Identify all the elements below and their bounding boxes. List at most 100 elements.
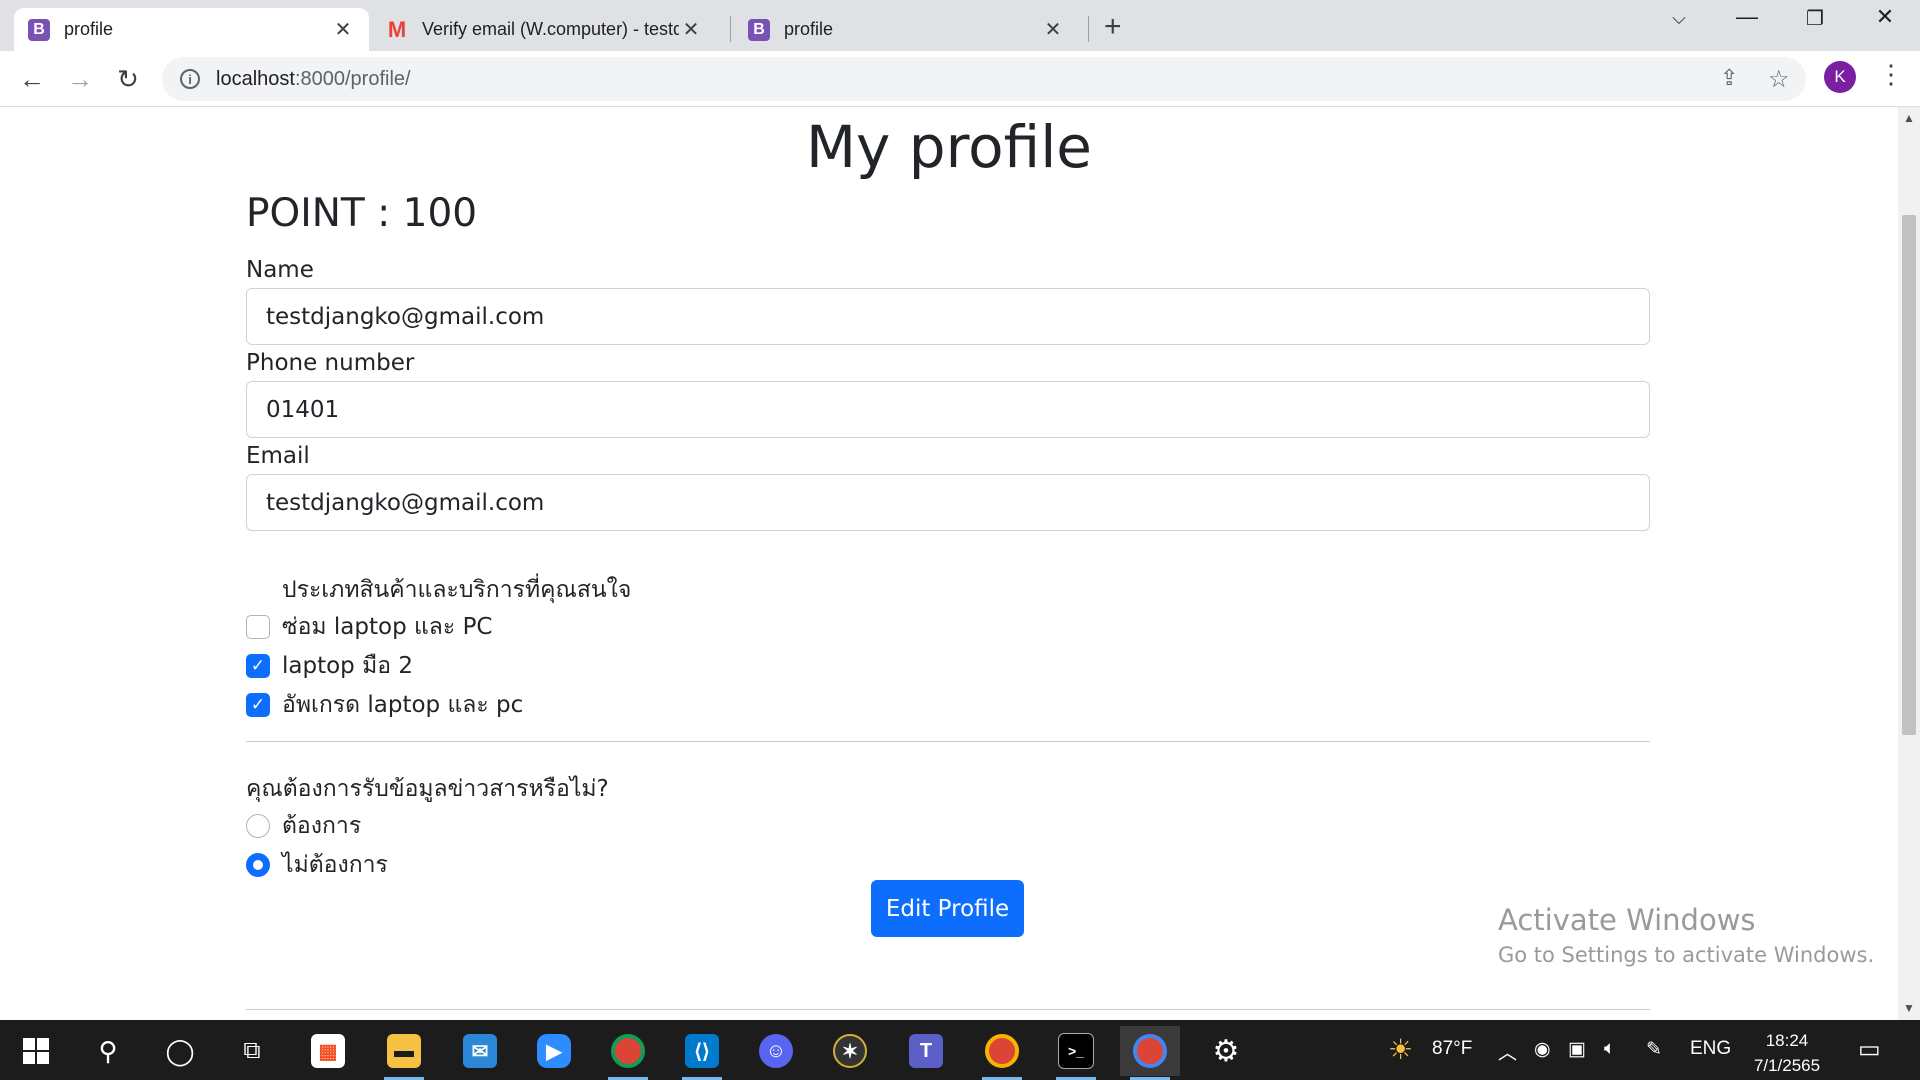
cortana-icon[interactable]: ◯ xyxy=(150,1026,210,1076)
tab-separator xyxy=(730,16,731,42)
show-hidden-icons-chevron-icon[interactable]: ︿ xyxy=(1498,1038,1517,1065)
newsletter-option-yes[interactable]: ต้องการ xyxy=(246,808,361,844)
interest-label: laptop มือ 2 xyxy=(282,653,414,679)
interest-label: ซ่อม laptop และ PC xyxy=(282,614,493,640)
kebab-menu-icon[interactable]: ⋮ xyxy=(1878,59,1904,90)
network-icon[interactable]: ▣ xyxy=(1568,1038,1586,1061)
tab-profile-active[interactable]: B profile ✕ xyxy=(14,8,369,51)
share-icon[interactable]: ⇪ xyxy=(1720,65,1738,91)
tab-search-chevron-icon[interactable]: ⌵ xyxy=(1656,8,1702,29)
weather-icon[interactable]: ☀ xyxy=(1388,1033,1413,1066)
system-clock[interactable]: 18:24 7/1/2565 xyxy=(1748,1028,1826,1078)
radio-label: ต้องการ xyxy=(282,813,362,839)
tab-gmail[interactable]: M Verify email (W.computer) - testd ✕ xyxy=(372,8,717,51)
teams-icon[interactable]: T xyxy=(896,1026,956,1076)
close-icon[interactable]: ✕ xyxy=(679,17,703,42)
page-title: My profile xyxy=(805,113,1092,181)
email-label: Email xyxy=(246,443,310,469)
chrome-icon[interactable] xyxy=(598,1026,658,1080)
microsoft-store-icon[interactable]: ▦ xyxy=(298,1026,358,1076)
bootstrap-icon: B xyxy=(748,18,770,41)
scroll-up-arrow-icon[interactable]: ▲ xyxy=(1898,111,1920,125)
tab-profile[interactable]: B profile ✕ xyxy=(734,8,1079,51)
watermark-subtitle: Go to Settings to activate Windows. xyxy=(1498,943,1875,967)
activate-windows-watermark: Activate Windows Go to Settings to activ… xyxy=(1498,903,1874,967)
scroll-down-arrow-icon[interactable]: ▼ xyxy=(1898,1001,1920,1015)
url-host: localhost xyxy=(216,67,295,90)
url-path: :8000/profile/ xyxy=(294,67,411,90)
clock-date: 7/1/2565 xyxy=(1753,1056,1821,1075)
name-label: Name xyxy=(246,257,314,283)
radio-selected[interactable] xyxy=(246,853,270,877)
file-explorer-icon[interactable]: ▬ xyxy=(374,1026,434,1080)
newsletter-option-no[interactable]: ไม่ต้องการ xyxy=(246,847,388,883)
vscode-icon[interactable]: ⟨⟩ xyxy=(672,1026,732,1080)
notifications-icon[interactable]: ▭ xyxy=(1858,1035,1881,1064)
window-close-icon[interactable]: ✕ xyxy=(1862,4,1908,30)
clock-time: 18:24 xyxy=(1765,1031,1809,1050)
gmail-icon: M xyxy=(387,16,407,42)
settings-icon[interactable]: ⚙ xyxy=(1196,1026,1256,1076)
task-view-icon[interactable]: ⧉ xyxy=(222,1026,282,1076)
page-viewport: My profile POINT : 100 Name Phone number… xyxy=(0,107,1898,1020)
interest-option-upgrade[interactable]: ✓ อัพเกรด laptop และ pc xyxy=(246,687,523,723)
edit-profile-button[interactable]: Edit Profile xyxy=(871,880,1024,937)
tab-title: profile xyxy=(64,19,114,39)
checkbox-unchecked[interactable] xyxy=(246,615,270,639)
radio-label: ไม่ต้องการ xyxy=(282,852,388,878)
search-icon[interactable]: ⚲ xyxy=(78,1026,138,1076)
email-input[interactable] xyxy=(246,474,1650,531)
weather-temperature[interactable]: 87°F xyxy=(1432,1038,1472,1060)
tab-title: Verify email (W.computer) - testd xyxy=(422,19,679,39)
new-tab-icon[interactable]: + xyxy=(1104,10,1122,44)
name-input[interactable] xyxy=(246,288,1650,345)
pen-icon[interactable]: ✎ xyxy=(1646,1038,1662,1061)
interest-option-used-laptop[interactable]: ✓ laptop มือ 2 xyxy=(246,648,413,684)
zoom-icon[interactable]: ▶ xyxy=(524,1026,584,1076)
site-info-icon[interactable]: i xyxy=(180,69,200,89)
back-arrow-icon[interactable]: ← xyxy=(14,61,50,97)
terminal-icon[interactable]: >_ xyxy=(1046,1026,1106,1080)
scroll-thumb[interactable] xyxy=(1902,215,1916,735)
radio-unselected[interactable] xyxy=(246,814,270,838)
chrome-icon[interactable] xyxy=(972,1026,1032,1080)
bootstrap-icon: B xyxy=(28,18,50,41)
app-icon[interactable]: ✶ xyxy=(820,1026,880,1076)
watermark-title: Activate Windows xyxy=(1498,903,1756,937)
newsletter-question: คุณต้องการรับข้อมูลข่าวสารหรือไม่? xyxy=(246,776,609,802)
interest-label: อัพเกรด laptop และ pc xyxy=(282,692,524,718)
chrome-icon[interactable] xyxy=(1120,1026,1180,1080)
interest-option-repair[interactable]: ซ่อม laptop และ PC xyxy=(246,609,493,645)
windows-taskbar: ⚲ ◯ ⧉ ▦ ▬ ✉ ▶ ⟨⟩ ☺ ✶ T >_ ⚙ ☀ 87°F ︿ ◉ ▣… xyxy=(0,1020,1920,1080)
discord-icon[interactable]: ☺ xyxy=(746,1026,806,1076)
restore-icon[interactable]: ❐ xyxy=(1792,6,1838,31)
divider xyxy=(246,741,1650,742)
tab-strip: B profile ✕ M Verify email (W.computer) … xyxy=(0,0,1920,51)
phone-input[interactable] xyxy=(246,381,1650,438)
language-indicator[interactable]: ENG xyxy=(1690,1038,1731,1060)
bookmark-star-icon[interactable]: ☆ xyxy=(1768,65,1790,94)
vertical-scrollbar[interactable]: ▲ ▼ xyxy=(1898,107,1920,1020)
points-display: POINT : 100 xyxy=(246,191,478,236)
close-icon[interactable]: ✕ xyxy=(331,17,355,42)
divider xyxy=(246,1009,1650,1010)
profile-avatar[interactable]: K xyxy=(1824,61,1856,93)
windows-start-icon[interactable] xyxy=(6,1026,66,1076)
record-icon[interactable]: ◉ xyxy=(1534,1038,1551,1061)
tab-title: profile xyxy=(784,19,834,39)
reload-icon[interactable]: ↻ xyxy=(110,61,146,97)
url-text[interactable]: localhost:8000/profile/ xyxy=(216,68,411,91)
phone-label: Phone number xyxy=(246,350,415,376)
windows-logo-icon xyxy=(23,1038,49,1064)
browser-toolbar: ← → ↻ i localhost:8000/profile/ ⇪ ☆ K ⋮ xyxy=(0,51,1920,107)
forward-arrow-icon[interactable]: → xyxy=(62,61,98,97)
checkbox-checked[interactable]: ✓ xyxy=(246,693,270,717)
address-bar[interactable]: i localhost:8000/profile/ ⇪ ☆ xyxy=(162,57,1806,101)
tab-separator xyxy=(1088,16,1089,42)
close-icon[interactable]: ✕ xyxy=(1041,17,1065,42)
interests-heading: ประเภทสินค้าและบริการที่คุณสนใจ xyxy=(282,577,632,603)
minimize-icon[interactable]: — xyxy=(1724,4,1770,30)
mail-icon[interactable]: ✉ xyxy=(450,1026,510,1076)
checkbox-checked[interactable]: ✓ xyxy=(246,654,270,678)
volume-icon[interactable]: 🔈︎ xyxy=(1604,1038,1615,1060)
